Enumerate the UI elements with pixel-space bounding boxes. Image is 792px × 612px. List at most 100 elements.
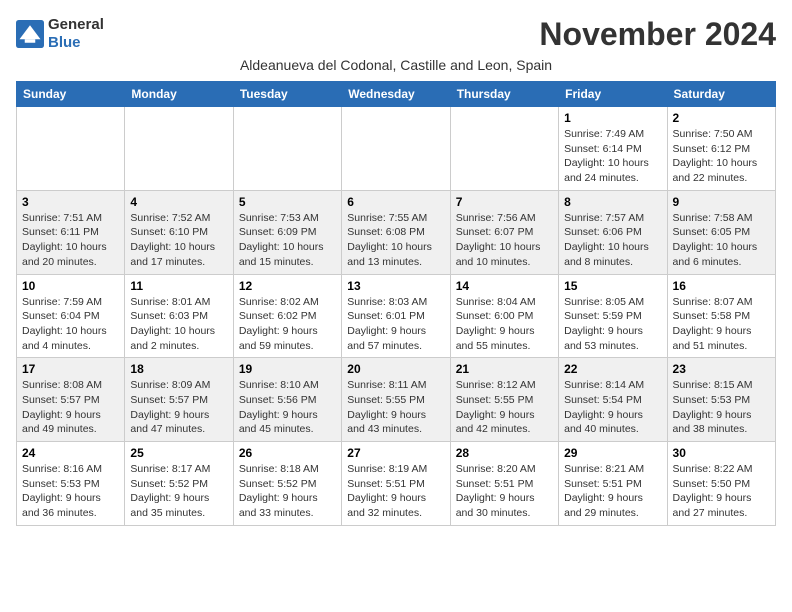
day-info: Sunrise: 8:15 AM Sunset: 5:53 PM Dayligh…	[673, 378, 770, 437]
table-row: 2 Sunrise: 7:50 AM Sunset: 6:12 PM Daylig…	[667, 107, 775, 191]
day-info: Sunrise: 8:18 AM Sunset: 5:52 PM Dayligh…	[239, 462, 336, 521]
table-row: 15 Sunrise: 8:05 AM Sunset: 5:59 PM Dayli…	[559, 274, 667, 358]
day-number: 6	[347, 195, 444, 209]
table-row: 12 Sunrise: 8:02 AM Sunset: 6:02 PM Dayli…	[233, 274, 341, 358]
day-number: 12	[239, 279, 336, 293]
table-row: 7 Sunrise: 7:56 AM Sunset: 6:07 PM Daylig…	[450, 190, 558, 274]
day-info: Sunrise: 7:50 AM Sunset: 6:12 PM Dayligh…	[673, 127, 770, 186]
header-friday: Friday	[559, 82, 667, 107]
table-row: 5 Sunrise: 7:53 AM Sunset: 6:09 PM Daylig…	[233, 190, 341, 274]
day-number: 13	[347, 279, 444, 293]
day-info: Sunrise: 7:55 AM Sunset: 6:08 PM Dayligh…	[347, 211, 444, 270]
day-number: 25	[130, 446, 227, 460]
day-number: 22	[564, 362, 661, 376]
table-row: 28 Sunrise: 8:20 AM Sunset: 5:51 PM Dayli…	[450, 442, 558, 526]
table-row: 23 Sunrise: 8:15 AM Sunset: 5:53 PM Dayli…	[667, 358, 775, 442]
header-wednesday: Wednesday	[342, 82, 450, 107]
table-row: 30 Sunrise: 8:22 AM Sunset: 5:50 PM Dayli…	[667, 442, 775, 526]
table-row: 4 Sunrise: 7:52 AM Sunset: 6:10 PM Daylig…	[125, 190, 233, 274]
day-number: 29	[564, 446, 661, 460]
day-number: 28	[456, 446, 553, 460]
day-number: 7	[456, 195, 553, 209]
day-number: 5	[239, 195, 336, 209]
table-row	[233, 107, 341, 191]
table-row: 3 Sunrise: 7:51 AM Sunset: 6:11 PM Daylig…	[17, 190, 125, 274]
day-info: Sunrise: 7:57 AM Sunset: 6:06 PM Dayligh…	[564, 211, 661, 270]
day-number: 11	[130, 279, 227, 293]
day-info: Sunrise: 8:07 AM Sunset: 5:58 PM Dayligh…	[673, 295, 770, 354]
week-row-4: 17 Sunrise: 8:08 AM Sunset: 5:57 PM Dayli…	[17, 358, 776, 442]
table-row: 16 Sunrise: 8:07 AM Sunset: 5:58 PM Dayli…	[667, 274, 775, 358]
logo-blue: Blue	[48, 34, 81, 51]
weekday-header-row: Sunday Monday Tuesday Wednesday Thursday…	[17, 82, 776, 107]
day-number: 3	[22, 195, 119, 209]
day-info: Sunrise: 8:17 AM Sunset: 5:52 PM Dayligh…	[130, 462, 227, 521]
table-row: 25 Sunrise: 8:17 AM Sunset: 5:52 PM Dayli…	[125, 442, 233, 526]
day-number: 16	[673, 279, 770, 293]
table-row: 22 Sunrise: 8:14 AM Sunset: 5:54 PM Dayli…	[559, 358, 667, 442]
logo-general: General	[48, 16, 104, 33]
page-container: General Blue November 2024 Aldeanueva de…	[16, 16, 776, 526]
table-row: 19Sunrise: 8:10 AM Sunset: 5:56 PM Dayli…	[233, 358, 341, 442]
table-row: 26Sunrise: 8:18 AM Sunset: 5:52 PM Dayli…	[233, 442, 341, 526]
week-row-1: 1 Sunrise: 7:49 AM Sunset: 6:14 PM Daylig…	[17, 107, 776, 191]
day-info: Sunrise: 8:05 AM Sunset: 5:59 PM Dayligh…	[564, 295, 661, 354]
header: General Blue November 2024	[16, 16, 776, 53]
table-row: 17 Sunrise: 8:08 AM Sunset: 5:57 PM Dayli…	[17, 358, 125, 442]
logo: General Blue	[16, 16, 104, 52]
day-info: Sunrise: 7:52 AM Sunset: 6:10 PM Dayligh…	[130, 211, 227, 270]
day-number: 1	[564, 111, 661, 125]
table-row	[342, 107, 450, 191]
table-row: 11 Sunrise: 8:01 AM Sunset: 6:03 PM Dayli…	[125, 274, 233, 358]
day-info: Sunrise: 8:01 AM Sunset: 6:03 PM Dayligh…	[130, 295, 227, 354]
day-info: Sunrise: 8:02 AM Sunset: 6:02 PM Dayligh…	[239, 295, 336, 354]
day-info: Sunrise: 7:51 AM Sunset: 6:11 PM Dayligh…	[22, 211, 119, 270]
week-row-5: 24 Sunrise: 8:16 AM Sunset: 5:53 PM Dayli…	[17, 442, 776, 526]
location-subtitle: Aldeanueva del Codonal, Castille and Leo…	[16, 57, 776, 73]
day-number: 30	[673, 446, 770, 460]
day-info: Sunrise: 8:10 AM Sunset: 5:56 PM Dayligh…	[239, 378, 336, 437]
day-info: Sunrise: 8:20 AM Sunset: 5:51 PM Dayligh…	[456, 462, 553, 521]
header-saturday: Saturday	[667, 82, 775, 107]
day-number: 17	[22, 362, 119, 376]
day-info: Sunrise: 7:58 AM Sunset: 6:05 PM Dayligh…	[673, 211, 770, 270]
day-number: 21	[456, 362, 553, 376]
day-number: 2	[673, 111, 770, 125]
table-row: 13Sunrise: 8:03 AM Sunset: 6:01 PM Dayli…	[342, 274, 450, 358]
day-number: 18	[130, 362, 227, 376]
day-info: Sunrise: 8:08 AM Sunset: 5:57 PM Dayligh…	[22, 378, 119, 437]
table-row	[17, 107, 125, 191]
week-row-2: 3 Sunrise: 7:51 AM Sunset: 6:11 PM Daylig…	[17, 190, 776, 274]
day-number: 20	[347, 362, 444, 376]
table-row: 20Sunrise: 8:11 AM Sunset: 5:55 PM Dayli…	[342, 358, 450, 442]
table-row	[125, 107, 233, 191]
day-info: Sunrise: 8:22 AM Sunset: 5:50 PM Dayligh…	[673, 462, 770, 521]
table-row	[450, 107, 558, 191]
logo-icon	[16, 20, 44, 48]
day-number: 10	[22, 279, 119, 293]
day-info: Sunrise: 8:19 AM Sunset: 5:51 PM Dayligh…	[347, 462, 444, 521]
day-number: 23	[673, 362, 770, 376]
day-info: Sunrise: 7:53 AM Sunset: 6:09 PM Dayligh…	[239, 211, 336, 270]
table-row: 6 Sunrise: 7:55 AM Sunset: 6:08 PM Daylig…	[342, 190, 450, 274]
day-info: Sunrise: 8:14 AM Sunset: 5:54 PM Dayligh…	[564, 378, 661, 437]
day-info: Sunrise: 7:49 AM Sunset: 6:14 PM Dayligh…	[564, 127, 661, 186]
day-number: 8	[564, 195, 661, 209]
day-number: 24	[22, 446, 119, 460]
day-number: 4	[130, 195, 227, 209]
table-row: 14Sunrise: 8:04 AM Sunset: 6:00 PM Dayli…	[450, 274, 558, 358]
header-sunday: Sunday	[17, 82, 125, 107]
day-info: Sunrise: 7:56 AM Sunset: 6:07 PM Dayligh…	[456, 211, 553, 270]
day-info: Sunrise: 8:21 AM Sunset: 5:51 PM Dayligh…	[564, 462, 661, 521]
day-number: 15	[564, 279, 661, 293]
day-number: 9	[673, 195, 770, 209]
day-number: 14	[456, 279, 553, 293]
day-info: Sunrise: 8:16 AM Sunset: 5:53 PM Dayligh…	[22, 462, 119, 521]
day-info: Sunrise: 7:59 AM Sunset: 6:04 PM Dayligh…	[22, 295, 119, 354]
logo-text: General Blue	[48, 16, 104, 52]
header-tuesday: Tuesday	[233, 82, 341, 107]
table-row: 24 Sunrise: 8:16 AM Sunset: 5:53 PM Dayli…	[17, 442, 125, 526]
week-row-3: 10 Sunrise: 7:59 AM Sunset: 6:04 PM Dayli…	[17, 274, 776, 358]
calendar-table: Sunday Monday Tuesday Wednesday Thursday…	[16, 81, 776, 526]
table-row: 18Sunrise: 8:09 AM Sunset: 5:57 PM Dayli…	[125, 358, 233, 442]
